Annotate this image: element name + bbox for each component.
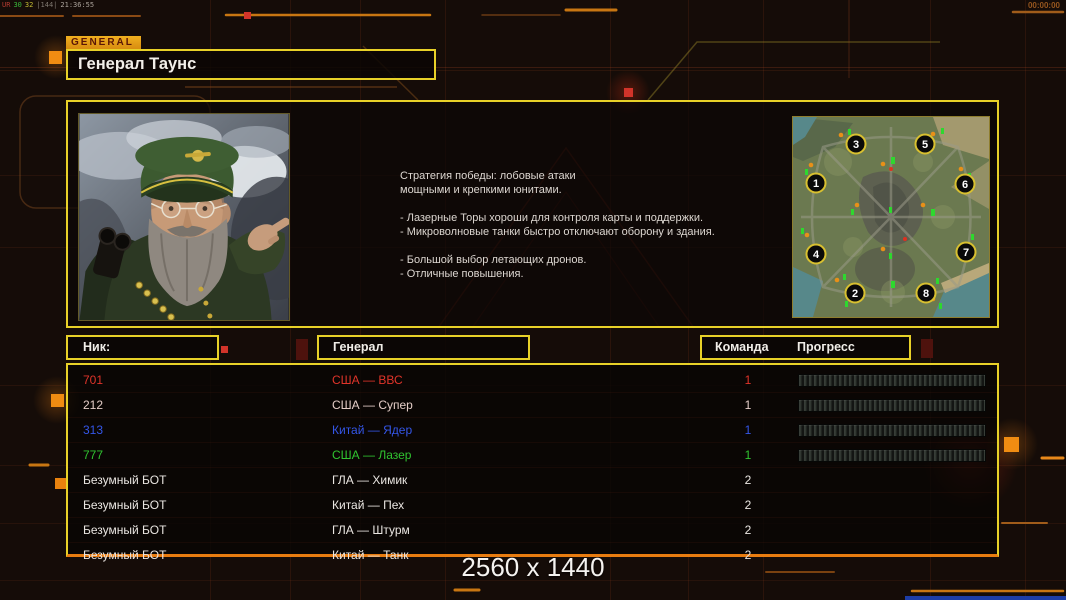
- player-team: 1: [728, 418, 768, 442]
- team-color-bar: [905, 596, 1066, 600]
- players-table: 701 США — ВВС 1 212 США — Супер 1 313 Ки…: [66, 363, 999, 557]
- column-header-nick: Ник:: [66, 335, 219, 360]
- player-team: 1: [728, 443, 768, 467]
- column-header-team-progress: Команда Прогресс: [700, 335, 911, 360]
- player-nick: 701: [83, 368, 103, 392]
- player-team: 1: [728, 368, 768, 392]
- svg-text:5: 5: [922, 139, 928, 151]
- minimap: 1 2 3 4 5 6 7 8: [792, 116, 990, 318]
- player-team: 2: [728, 493, 768, 517]
- player-nick: 313: [83, 418, 103, 442]
- player-general: США — ВВС: [332, 368, 403, 392]
- svg-text:7: 7: [963, 247, 969, 259]
- svg-text:8: 8: [923, 288, 929, 300]
- screen-title: Генерал Таунс: [68, 51, 434, 78]
- player-team: 2: [728, 543, 768, 567]
- player-rows: 701 США — ВВС 1 212 США — Супер 1 313 Ки…: [68, 365, 997, 567]
- player-nick: 777: [83, 443, 103, 467]
- progress-bar: [798, 424, 986, 437]
- screen-title-box: Генерал Таунс: [66, 49, 436, 80]
- player-general: Китай — Танк: [332, 543, 408, 567]
- strategy-text: Стратегия победы: лобовые атаки мощными …: [400, 170, 750, 282]
- table-row: 313 Китай — Ядер 1: [68, 417, 997, 442]
- player-nick: Безумный БОТ: [83, 468, 166, 492]
- column-header-team: Команда: [715, 337, 769, 358]
- table-row: 777 США — Лазер 1: [68, 442, 997, 467]
- progress-bar: [798, 449, 986, 462]
- resolution-label: 2560 x 1440: [461, 552, 604, 583]
- player-team: 1: [728, 393, 768, 417]
- column-header-general: Генерал: [317, 335, 530, 360]
- table-row: 212 США — Супер 1: [68, 392, 997, 417]
- player-general: ГЛА — Штурм: [332, 518, 410, 542]
- svg-text:6: 6: [962, 179, 968, 191]
- table-row: Безумный БОТ Китай — Пех 2: [68, 492, 997, 517]
- svg-text:2: 2: [852, 288, 858, 300]
- debug-readout: UR3032|144|21:36:55: [2, 1, 97, 9]
- table-row: Безумный БОТ ГЛА — Химик 2: [68, 467, 997, 492]
- player-team: 2: [728, 518, 768, 542]
- svg-text:3: 3: [853, 139, 859, 151]
- player-general: США — Супер: [332, 393, 413, 417]
- svg-text:1: 1: [813, 178, 819, 190]
- table-row: 701 США — ВВС 1: [68, 368, 997, 392]
- player-team: 2: [728, 468, 768, 492]
- column-header-progress: Прогресс: [797, 337, 855, 358]
- progress-bar: [798, 374, 986, 387]
- player-general: Китай — Пех: [332, 493, 404, 517]
- player-nick: Безумный БОТ: [83, 543, 166, 567]
- loading-screen: UR3032|144|21:36:55 00:00:00 GENERAL Ген…: [0, 0, 1066, 600]
- player-nick: Безумный БОТ: [83, 518, 166, 542]
- player-nick: 212: [83, 393, 103, 417]
- progress-bar: [798, 399, 986, 412]
- general-tag: GENERAL: [66, 36, 141, 49]
- match-timer: 00:00:00: [1028, 1, 1060, 10]
- table-row: Безумный БОТ ГЛА — Штурм 2: [68, 517, 997, 542]
- general-portrait: [78, 113, 290, 321]
- player-general: Китай — Ядер: [332, 418, 412, 442]
- player-general: США — Лазер: [332, 443, 411, 467]
- general-profile-panel: Стратегия победы: лобовые атаки мощными …: [66, 100, 999, 328]
- svg-text:4: 4: [813, 249, 820, 261]
- player-nick: Безумный БОТ: [83, 493, 166, 517]
- player-general: ГЛА — Химик: [332, 468, 407, 492]
